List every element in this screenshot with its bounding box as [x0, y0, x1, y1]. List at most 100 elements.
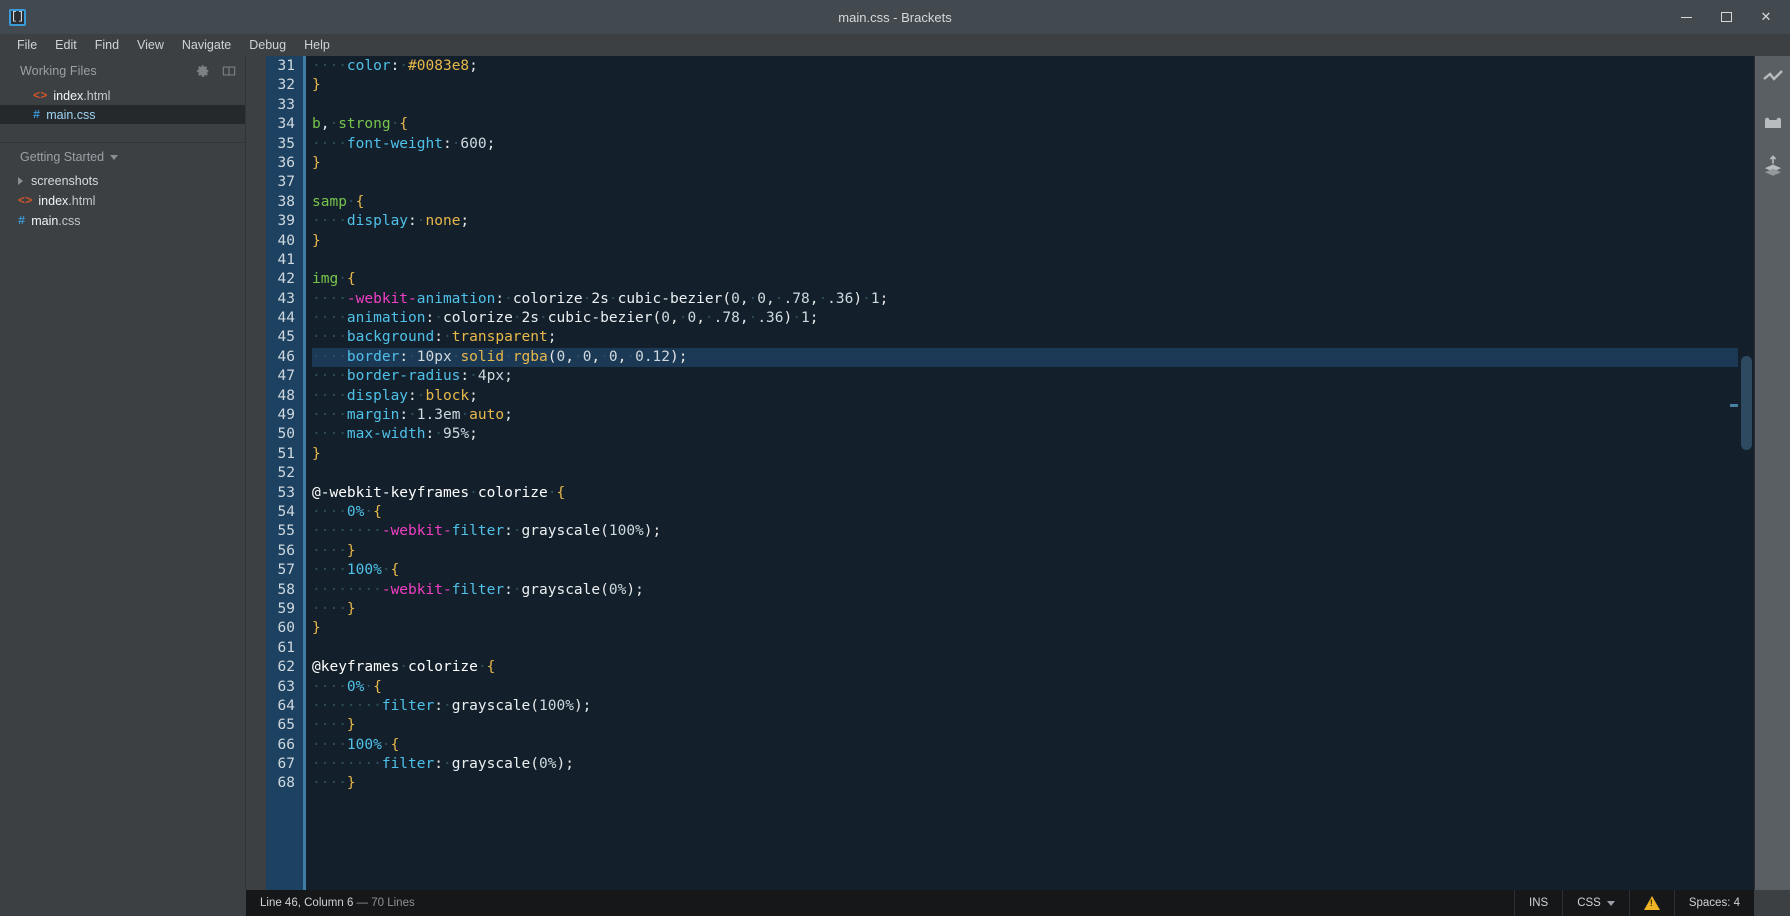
- code-token: ·: [512, 523, 522, 540]
- code-line[interactable]: ····margin:·1.3em·auto;: [312, 406, 1754, 425]
- code-line[interactable]: ····0%·{: [312, 503, 1754, 522]
- code-token: :: [408, 387, 417, 404]
- working-files-spacer: [0, 124, 245, 142]
- code-token: ····: [312, 503, 347, 520]
- code-line[interactable]: ····max-width:·95%;: [312, 425, 1754, 444]
- code-line[interactable]: ····-webkit-animation:·colorize·2s·cubic…: [312, 290, 1754, 309]
- code-token: ;: [635, 581, 644, 598]
- code-token: ····: [312, 426, 347, 443]
- code-line[interactable]: ········filter:·grayscale(100%);: [312, 697, 1754, 716]
- code-line[interactable]: [312, 251, 1754, 270]
- code-line[interactable]: samp·{: [312, 193, 1754, 212]
- code-line[interactable]: ····}: [312, 716, 1754, 735]
- code-token: :: [425, 310, 435, 327]
- code-area[interactable]: 31 32 33 34 35 36 37 38 39 40 41 42 43 44 45 46 47 48 49 50…: [246, 56, 1754, 890]
- code-line[interactable]: ····display:·none;: [312, 212, 1754, 231]
- working-file-index-html[interactable]: <> index.html: [0, 86, 245, 105]
- code-line[interactable]: ····}: [312, 600, 1754, 619]
- close-button[interactable]: ✕: [1746, 0, 1786, 34]
- scrollbar-thumb[interactable]: [1741, 356, 1752, 450]
- code-token: @-webkit-keyframes: [312, 484, 470, 501]
- problems-button[interactable]: [1628, 890, 1674, 916]
- code-line[interactable]: ········-webkit-filter:·grayscale(0%);: [312, 581, 1754, 600]
- code-token: ·: [434, 310, 443, 327]
- code-line[interactable]: ····0%·{: [312, 678, 1754, 697]
- code-line[interactable]: ····}: [312, 774, 1754, 793]
- project-header[interactable]: Getting Started: [0, 143, 245, 171]
- language-selector[interactable]: CSS: [1562, 890, 1629, 916]
- code-token: ;: [678, 348, 688, 365]
- code-line[interactable]: [312, 173, 1754, 192]
- code-line[interactable]: }: [312, 232, 1754, 251]
- code-line[interactable]: }: [312, 619, 1754, 638]
- code-token: ): [853, 290, 863, 307]
- file-name: index: [53, 88, 84, 103]
- file-label: main.css: [46, 108, 95, 122]
- code-line[interactable]: ····animation:·colorize·2s·cubic-bezier(…: [312, 309, 1754, 328]
- minimize-button[interactable]: [1666, 0, 1706, 34]
- extension-manager-icon[interactable]: [1761, 110, 1785, 134]
- line-number: 62: [277, 659, 295, 676]
- code-token: color: [346, 58, 391, 74]
- code-line[interactable]: [312, 639, 1754, 658]
- code-token: ;: [486, 135, 496, 152]
- code-token: ·: [460, 407, 470, 424]
- code-line[interactable]: }: [312, 154, 1754, 173]
- css-file-icon: #: [33, 107, 41, 122]
- line-number: 61: [277, 639, 295, 656]
- code-line[interactable]: ····font-weight:·600;: [312, 135, 1754, 154]
- code-line[interactable]: ····color:·#0083e8;: [312, 57, 1754, 76]
- code-token: 1: [801, 310, 810, 327]
- maximize-button[interactable]: [1706, 0, 1746, 34]
- gear-icon[interactable]: [196, 64, 210, 78]
- menu-edit[interactable]: Edit: [46, 35, 86, 55]
- code-token: ;: [565, 756, 574, 773]
- code-line[interactable]: ····100%·{: [312, 561, 1754, 580]
- line-number: 50: [277, 426, 295, 443]
- code-line[interactable]: ········-webkit-filter:·grayscale(100%);: [312, 522, 1754, 541]
- chevron-right-icon[interactable]: [18, 177, 23, 185]
- code-line[interactable]: ········filter:·grayscale(0%);: [312, 755, 1754, 774]
- code-content[interactable]: ····color:·#0083e8;} b,·strong·{····font…: [306, 56, 1754, 890]
- live-preview-icon[interactable]: [1761, 66, 1785, 90]
- working-file-main-css[interactable]: # main.css: [0, 105, 245, 124]
- code-line[interactable]: @-webkit-keyframes·colorize·{: [312, 484, 1754, 503]
- code-line[interactable]: ····}: [312, 542, 1754, 561]
- working-files-list: <> index.html # main.css: [0, 86, 245, 124]
- code-line[interactable]: @keyframes·colorize·{: [312, 658, 1754, 677]
- code-line[interactable]: [312, 96, 1754, 115]
- code-token: ········: [312, 697, 382, 714]
- line-number: 44: [277, 310, 295, 327]
- code-token: .78: [783, 290, 810, 307]
- code-line[interactable]: ····100%·{: [312, 736, 1754, 755]
- line-number: 32: [277, 77, 295, 94]
- indent-settings-button[interactable]: Spaces: 4: [1673, 890, 1754, 916]
- code-token: samp: [312, 193, 347, 210]
- tree-item-index[interactable]: <> index.html: [0, 191, 245, 211]
- insert-mode-button[interactable]: INS: [1514, 890, 1562, 916]
- code-line[interactable]: [312, 464, 1754, 483]
- code-line[interactable]: ····display:·block;: [312, 387, 1754, 406]
- code-line[interactable]: ····background:·transparent;: [312, 328, 1754, 347]
- menu-view[interactable]: View: [128, 35, 173, 55]
- menu-navigate[interactable]: Navigate: [173, 35, 240, 55]
- menu-file[interactable]: File: [8, 35, 46, 55]
- html-file-icon: <>: [18, 194, 33, 208]
- code-line[interactable]: }: [312, 445, 1754, 464]
- code-line[interactable]: img·{: [312, 270, 1754, 289]
- git-icon[interactable]: [1761, 154, 1785, 178]
- menu-help[interactable]: Help: [295, 35, 339, 55]
- line-number: 65: [277, 717, 295, 734]
- code-token: ·: [626, 348, 636, 365]
- menu-find[interactable]: Find: [86, 35, 128, 55]
- code-token: ·: [399, 659, 409, 676]
- editor-vertical-scrollbar[interactable]: [1738, 56, 1754, 890]
- code-line[interactable]: b,·strong·{: [312, 115, 1754, 134]
- code-line[interactable]: }: [312, 76, 1754, 95]
- code-line[interactable]: ····border:·10px·solid·rgba(0,·0,·0,·0.1…: [312, 347, 1754, 368]
- tree-item-main[interactable]: # main.css: [0, 211, 245, 231]
- tree-item-screenshots[interactable]: screenshots: [0, 171, 245, 191]
- code-line[interactable]: ····border-radius:·4px;: [312, 367, 1754, 386]
- menu-debug[interactable]: Debug: [240, 35, 295, 55]
- split-view-icon[interactable]: [222, 64, 236, 78]
